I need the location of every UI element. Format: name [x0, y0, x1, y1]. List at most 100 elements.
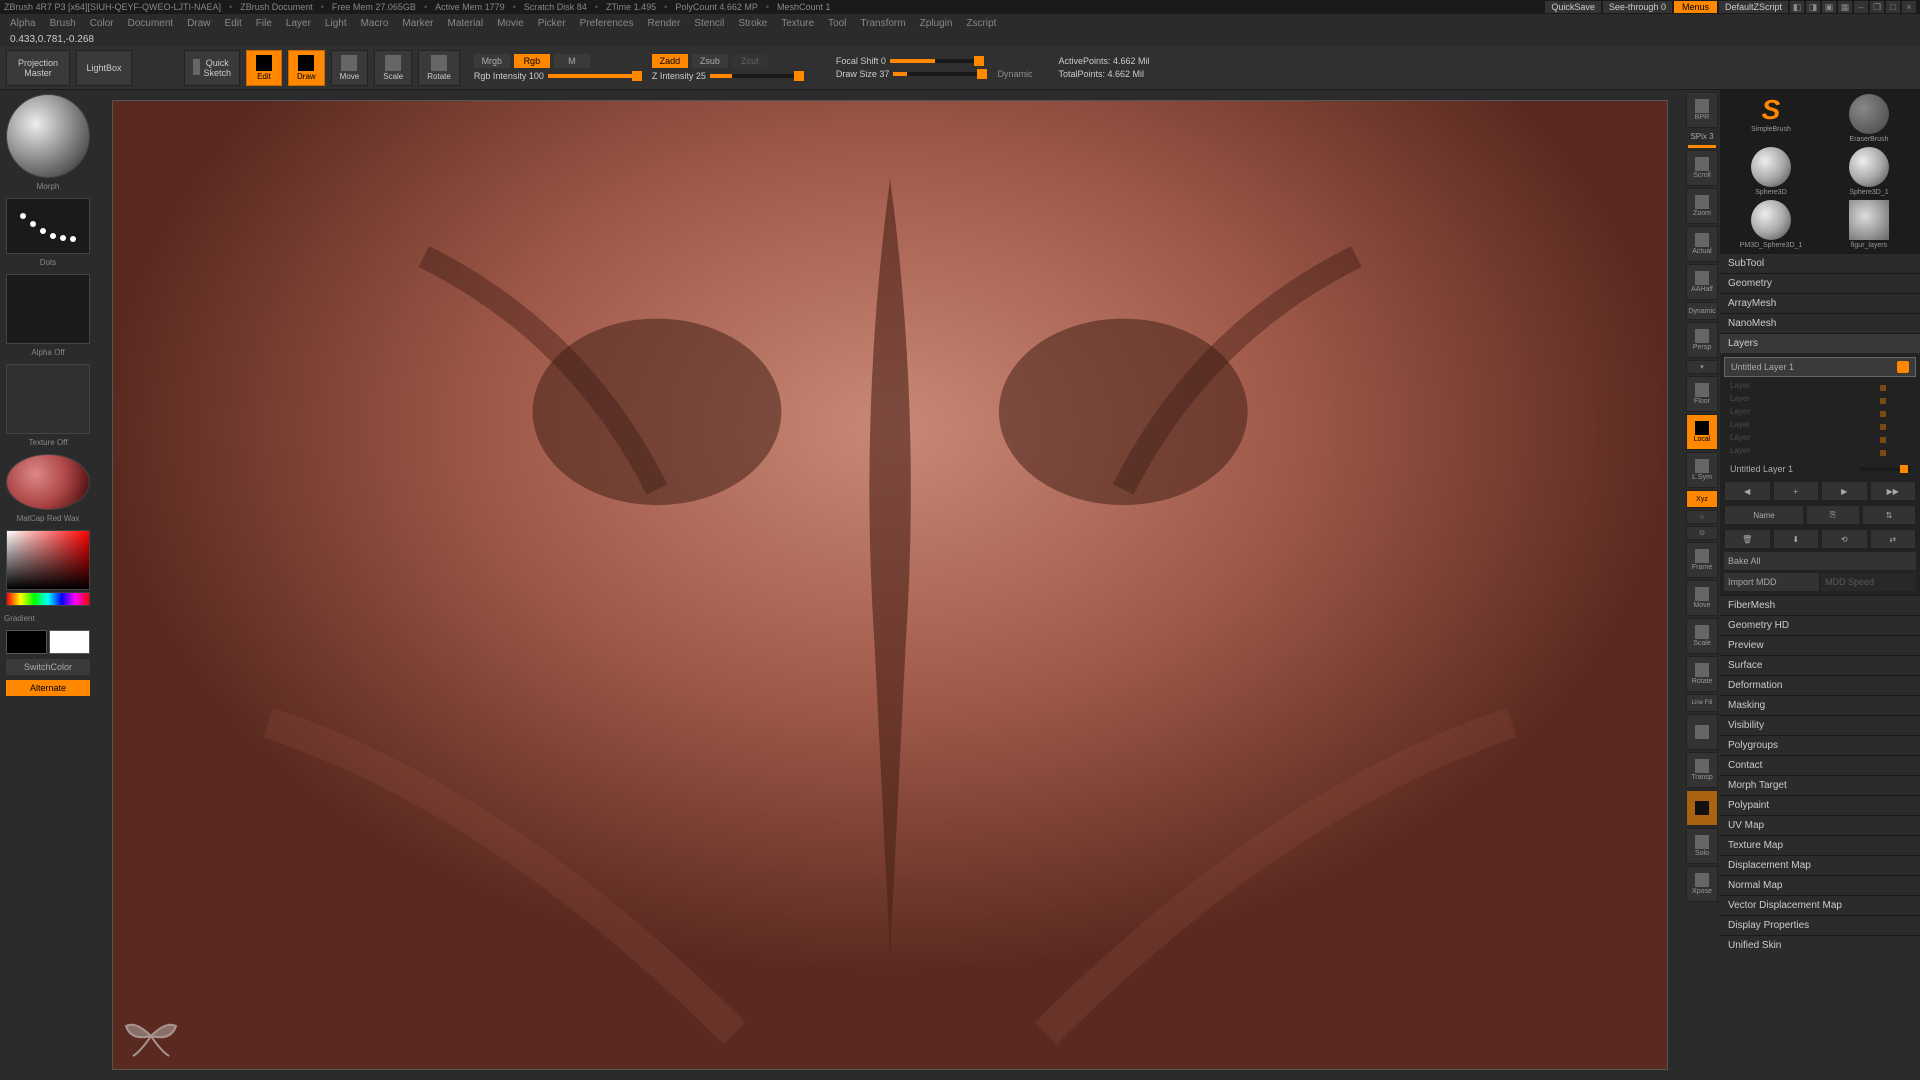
layer-row[interactable]: Untitled Layer 1 [1724, 357, 1916, 377]
acc-deformation[interactable]: Deformation [1720, 675, 1920, 695]
layer-row-ghost[interactable]: Layer [1724, 405, 1916, 418]
record-icon[interactable] [1897, 361, 1909, 373]
acc-preview[interactable]: Preview [1720, 635, 1920, 655]
xpose-button[interactable]: Xpose [1686, 866, 1718, 902]
tool-item[interactable]: Sphere3D_1 [1822, 147, 1916, 196]
move-nav-button[interactable]: Move [1686, 580, 1718, 616]
m-button[interactable]: M [554, 54, 590, 68]
xyz-button[interactable]: Xyz [1686, 490, 1718, 508]
quicksketch-button[interactable]: Quick Sketch [184, 50, 240, 86]
menu-macro[interactable]: Macro [361, 18, 389, 29]
dynamic-button[interactable]: Dynamic [1686, 302, 1718, 320]
dock-icon[interactable]: ▣ [1822, 1, 1836, 13]
acc-texturemap[interactable]: Texture Map [1720, 835, 1920, 855]
scale-nav-button[interactable]: Scale [1686, 618, 1718, 654]
split-button[interactable]: ⇅ [1862, 505, 1916, 525]
seethrough-slider[interactable]: See-through 0 [1603, 1, 1672, 13]
tool-item[interactable]: Sphere3D [1724, 147, 1818, 196]
menu-stroke[interactable]: Stroke [738, 18, 767, 29]
draw-button[interactable]: Draw [288, 50, 325, 86]
dock-icon[interactable]: ◨ [1806, 1, 1820, 13]
dynamic-toggle[interactable]: Dynamic [997, 69, 1032, 79]
acc-geometryhd[interactable]: Geometry HD [1720, 615, 1920, 635]
acc-polypaint[interactable]: Polypaint [1720, 795, 1920, 815]
floor-button[interactable]: Floor [1686, 376, 1718, 412]
layer-row-ghost[interactable]: Layer [1724, 431, 1916, 444]
menu-movie[interactable]: Movie [497, 18, 524, 29]
acc-geometry[interactable]: Geometry [1720, 273, 1920, 293]
acc-visibility[interactable]: Visibility [1720, 715, 1920, 735]
aahalf-button[interactable]: AAHalf [1686, 264, 1718, 300]
persp-button[interactable]: Persp [1686, 322, 1718, 358]
acc-vectordisp[interactable]: Vector Displacement Map [1720, 895, 1920, 915]
menu-preferences[interactable]: Preferences [580, 18, 634, 29]
switchcolor-button[interactable]: SwitchColor [6, 659, 90, 675]
menu-color[interactable]: Color [90, 18, 114, 29]
menu-layer[interactable]: Layer [286, 18, 311, 29]
importmdd-button[interactable]: Import MDD [1724, 573, 1819, 591]
zoom-button[interactable]: Zoom [1686, 188, 1718, 224]
menu-draw[interactable]: Draw [187, 18, 210, 29]
menu-tool[interactable]: Tool [828, 18, 846, 29]
rotate-nav-button[interactable]: Rotate [1686, 656, 1718, 692]
quicksave-button[interactable]: QuickSave [1545, 1, 1601, 13]
scroll-button[interactable]: Scroll [1686, 150, 1718, 186]
invert-button[interactable]: ⟲ [1821, 529, 1868, 549]
edit-button[interactable]: Edit [246, 50, 282, 86]
delete-button[interactable]: 🗑 [1724, 529, 1771, 549]
menus-button[interactable]: Menus [1674, 1, 1717, 13]
acc-displacement[interactable]: Displacement Map [1720, 855, 1920, 875]
target-icon[interactable]: ⊙ [1686, 526, 1718, 540]
bakeall-button[interactable]: Bake All [1724, 552, 1916, 570]
bpr-button[interactable]: BPR [1686, 92, 1718, 128]
zcut-button[interactable]: Zcut [732, 54, 768, 68]
acc-unified[interactable]: Unified Skin [1720, 935, 1920, 955]
acc-morphtarget[interactable]: Morph Target [1720, 775, 1920, 795]
swatch-black[interactable] [6, 630, 47, 654]
rgb-button[interactable]: Rgb [514, 54, 550, 68]
frame-button[interactable]: Frame [1686, 542, 1718, 578]
menu-stencil[interactable]: Stencil [694, 18, 724, 29]
projection-master-button[interactable]: Projection Master [6, 50, 70, 86]
menu-picker[interactable]: Picker [538, 18, 566, 29]
tool-item[interactable]: EraserBrush [1822, 94, 1916, 143]
min-icon[interactable]: – [1854, 1, 1868, 13]
menu-edit[interactable]: Edit [225, 18, 242, 29]
max-icon[interactable]: □ [1886, 1, 1900, 13]
acc-displayprops[interactable]: Display Properties [1720, 915, 1920, 935]
rgb-intensity-slider[interactable] [548, 74, 638, 78]
zsub-button[interactable]: Zsub [692, 54, 728, 68]
acc-layers[interactable]: Layers [1720, 333, 1920, 353]
lightbox-button[interactable]: LightBox [76, 50, 132, 86]
color-picker[interactable] [6, 530, 90, 610]
tool-item[interactable]: PM3D_Sphere3D_1 [1724, 200, 1818, 249]
layer-row-ghost[interactable]: Layer [1724, 418, 1916, 431]
menu-texture[interactable]: Texture [781, 18, 814, 29]
linefill-button[interactable]: Line Fill [1686, 694, 1718, 712]
viewport[interactable] [112, 100, 1668, 1070]
menu-zplugin[interactable]: Zplugin [920, 18, 953, 29]
menu-alpha[interactable]: Alpha [10, 18, 36, 29]
flip-button[interactable]: ⇄ [1870, 529, 1917, 549]
local-button[interactable]: Local [1686, 414, 1718, 450]
stroke-thumbnail[interactable] [6, 198, 90, 254]
solo-button[interactable]: Solo [1686, 828, 1718, 864]
layer-row-ghost[interactable]: Layer [1724, 379, 1916, 392]
material-thumbnail[interactable] [6, 454, 90, 510]
swatch-white[interactable] [49, 630, 90, 654]
restore-icon[interactable]: ❐ [1870, 1, 1884, 13]
default-script[interactable]: DefaultZScript [1719, 1, 1788, 13]
alpha-thumbnail[interactable] [6, 274, 90, 344]
mrgb-button[interactable]: Mrgb [474, 54, 510, 68]
layer-arrow-right[interactable]: ▶ [1821, 481, 1868, 501]
acc-masking[interactable]: Masking [1720, 695, 1920, 715]
lsym-button[interactable]: L.Sym [1686, 452, 1718, 488]
alternate-button[interactable]: Alternate [6, 680, 90, 696]
brush-thumbnail[interactable] [6, 94, 90, 178]
tool-item[interactable]: SSimpleBrush [1724, 94, 1818, 143]
acc-polygroups[interactable]: Polygroups [1720, 735, 1920, 755]
focal-shift-slider[interactable] [890, 59, 980, 63]
menu-light[interactable]: Light [325, 18, 347, 29]
menu-brush[interactable]: Brush [50, 18, 76, 29]
tool-item[interactable]: figur_layers [1822, 200, 1916, 249]
